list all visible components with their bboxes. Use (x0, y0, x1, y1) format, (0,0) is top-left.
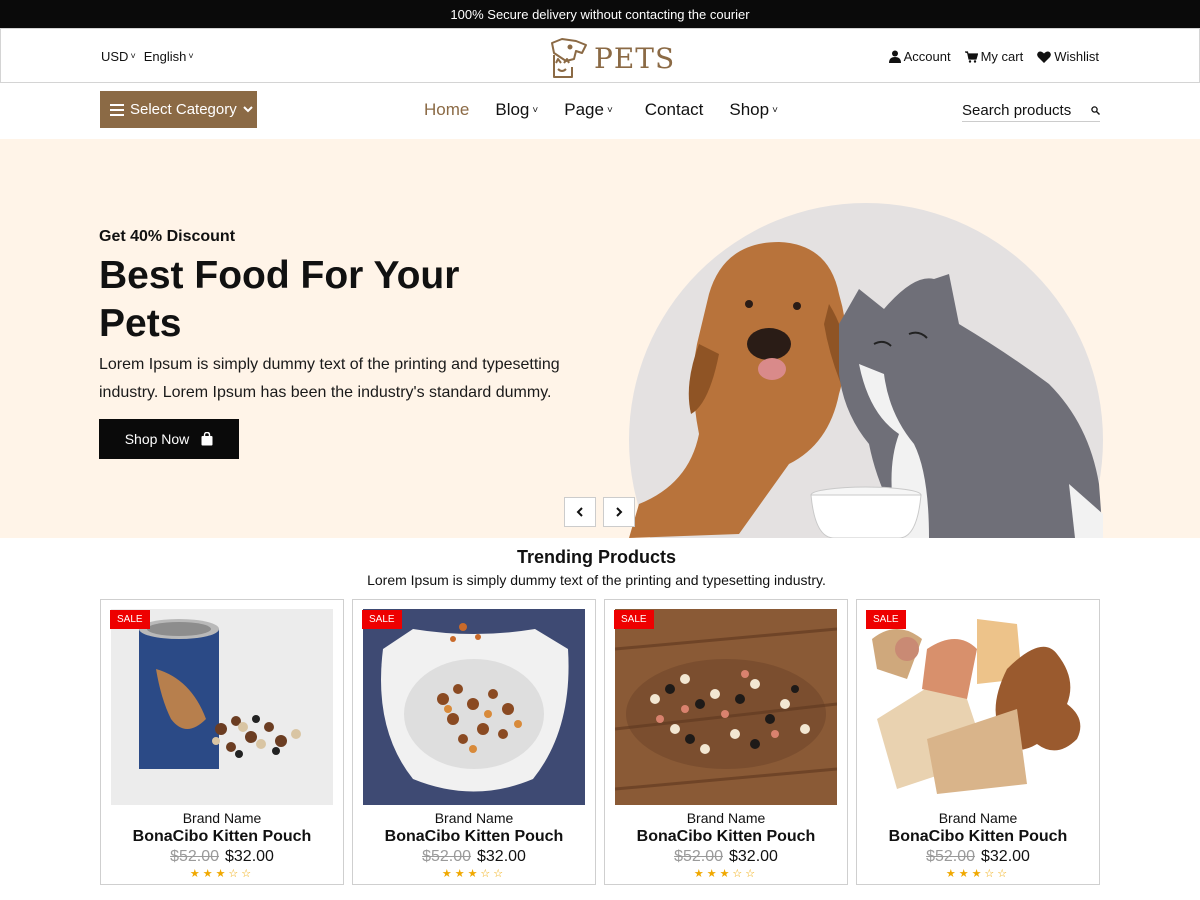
user-icon (888, 50, 901, 63)
chevron-right-icon (616, 507, 623, 517)
hero-eyebrow: Get 40% Discount (99, 228, 236, 245)
product-name[interactable]: BonaCibo Kitten Pouch (605, 828, 847, 846)
product-prices: $52.00 $32.00 (101, 848, 343, 866)
cart-icon (964, 50, 978, 63)
current-price: $32.00 (729, 848, 778, 865)
hero-description: Lorem Ipsum is simply dummy text of the … (99, 356, 560, 401)
product-name[interactable]: BonaCibo Kitten Pouch (353, 828, 595, 846)
header-links: Account My cart Wishlist (888, 49, 1099, 64)
product-card[interactable]: SALE Brand Name BonaCibo Kitten Pouch $5… (352, 599, 596, 885)
nav-item-contact[interactable]: Contact (645, 100, 704, 120)
product-card[interactable]: SALE Brand Name BonaCibo Kitten Pouch $5… (856, 599, 1100, 885)
locale-selectors: USD ˅ English ˅ (101, 49, 194, 64)
chevron-down-icon: ˅ (772, 104, 778, 116)
product-brand: Brand Name (182, 810, 262, 826)
current-price: $32.00 (225, 848, 274, 865)
announcement-bar: 100% Secure delivery without contacting … (0, 0, 1200, 28)
product-prices: $52.00 $32.00 (857, 848, 1099, 866)
product-image[interactable] (363, 609, 585, 805)
product-name[interactable]: BonaCibo Kitten Pouch (101, 828, 343, 846)
logo-text: PETS (594, 41, 676, 75)
old-price: $52.00 (674, 848, 723, 865)
nav-item-shop[interactable]: Shop ˅ (729, 100, 778, 120)
chevron-down-icon (243, 106, 253, 113)
hero-next-button[interactable] (603, 497, 635, 527)
dog-and-cat-image (629, 242, 1103, 538)
nav-item-blog[interactable]: Blog ˅ (495, 100, 538, 120)
product-image[interactable] (867, 609, 1089, 805)
nav-item-page[interactable]: Page ˅ (564, 100, 613, 120)
hero-title: Best Food For Your Pets (99, 254, 460, 345)
trending-subtitle: Lorem Ipsum is simply dummy text of the … (367, 572, 826, 588)
product-image[interactable] (615, 609, 837, 805)
old-price: $52.00 (926, 848, 975, 865)
hero-banner: Get 40% Discount Best Food For Your Pets… (0, 139, 1200, 538)
sale-badge: SALE (110, 610, 150, 629)
current-price: $32.00 (477, 848, 526, 865)
chevron-down-icon: ˅ (130, 51, 136, 61)
language-select[interactable]: English ˅ (144, 49, 194, 64)
site-header: USD ˅ English ˅ PETS Account My cart Wishl… (0, 28, 1200, 83)
nav-item-home[interactable]: Home (424, 100, 469, 120)
sale-badge: SALE (362, 610, 402, 629)
site-logo[interactable]: PETS (546, 35, 675, 81)
cart-link[interactable]: My cart (964, 49, 1023, 64)
product-brand: Brand Name (938, 810, 1018, 826)
select-category-button[interactable]: Select Category (100, 91, 257, 128)
product-prices: $52.00 $32.00 (353, 848, 595, 866)
announcement-text: 100% Secure delivery without contacting … (450, 6, 750, 22)
old-price: $52.00 (422, 848, 471, 865)
product-prices: $52.00 $32.00 (605, 848, 847, 866)
nav-menu: Home Blog ˅ Page ˅ Contact Shop ˅ (424, 100, 778, 120)
shopping-bag-icon (201, 432, 213, 446)
product-brand: Brand Name (686, 810, 766, 826)
old-price: $52.00 (170, 848, 219, 865)
rating-stars: ★★★☆☆ (945, 868, 1011, 880)
trending-title: Trending Products (516, 547, 676, 567)
product-image[interactable] (111, 609, 333, 805)
search-input[interactable] (962, 102, 1082, 119)
hero-prev-button[interactable] (564, 497, 596, 527)
rating-stars: ★★★☆☆ (441, 868, 507, 880)
current-price: $32.00 (981, 848, 1030, 865)
rating-stars: ★★★☆☆ (693, 868, 759, 880)
chevron-down-icon: ˅ (188, 51, 194, 61)
sale-badge: SALE (866, 610, 906, 629)
sale-badge: SALE (614, 610, 654, 629)
chevron-left-icon (576, 507, 583, 517)
search-icon[interactable] (1091, 106, 1100, 115)
product-name[interactable]: BonaCibo Kitten Pouch (857, 828, 1099, 846)
search-box (962, 100, 1100, 122)
dog-cat-logo-icon (551, 38, 587, 78)
account-link[interactable]: Account (888, 49, 951, 64)
currency-select[interactable]: USD ˅ (101, 49, 136, 64)
hamburger-icon (110, 103, 124, 116)
product-card[interactable]: SALE Brand Name BonaCibo Kitten Pouch $5… (100, 599, 344, 885)
heart-icon (1037, 51, 1052, 63)
product-card[interactable]: SALE Brand Name BonaCibo Kitten Pouch $5… (604, 599, 848, 885)
shop-now-button[interactable]: Shop Now (99, 419, 239, 459)
product-brand: Brand Name (434, 810, 514, 826)
chevron-down-icon: ˅ (606, 104, 613, 116)
wishlist-link[interactable]: Wishlist (1037, 49, 1099, 64)
rating-stars: ★★★☆☆ (189, 868, 255, 880)
chevron-down-icon: ˅ (532, 104, 539, 116)
main-navigation-bar: Select Category Home Blog ˅ Page ˅ Contact… (0, 83, 1200, 139)
